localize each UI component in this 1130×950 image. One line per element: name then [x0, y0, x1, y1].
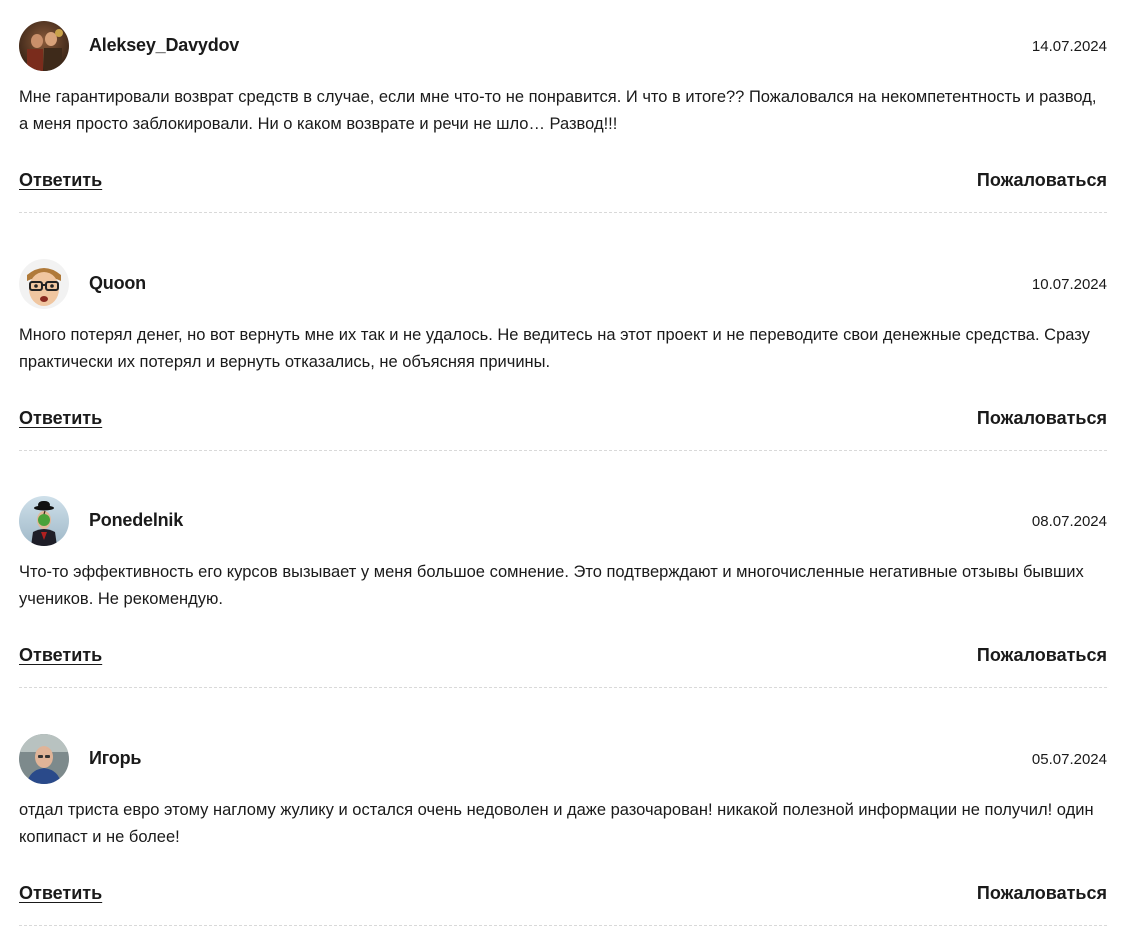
comment-date: 10.07.2024	[1032, 276, 1107, 293]
comment-item: Игорь 05.07.2024 отдал триста евро этому…	[19, 713, 1107, 950]
comment-header: Игорь 05.07.2024	[19, 734, 1107, 784]
reply-link[interactable]: Ответить	[19, 170, 102, 191]
comments-list: Aleksey_Davydov 14.07.2024 Мне гарантиро…	[19, 0, 1107, 950]
avatar-glasses-face-icon[interactable]	[19, 259, 69, 309]
report-link[interactable]: Пожаловаться	[977, 170, 1107, 191]
comment-item: Quoon 10.07.2024 Много потерял денег, но…	[19, 238, 1107, 476]
reply-link[interactable]: Ответить	[19, 645, 102, 666]
reply-link[interactable]: Ответить	[19, 408, 102, 429]
avatar-photo-man-icon[interactable]	[19, 734, 69, 784]
comment-divider	[19, 925, 1107, 926]
report-link[interactable]: Пожаловаться	[977, 883, 1107, 904]
comment-text: Мне гарантировали возврат средств в случ…	[19, 84, 1107, 138]
comment-text: отдал триста евро этому наглому жулику и…	[19, 797, 1107, 851]
comment-username[interactable]: Aleksey_Davydov	[89, 35, 239, 56]
comment-date: 08.07.2024	[1032, 513, 1107, 530]
avatar-painting-icon[interactable]	[19, 21, 69, 71]
comment-item: Aleksey_Davydov 14.07.2024 Мне гарантиро…	[19, 0, 1107, 238]
comment-divider	[19, 687, 1107, 688]
comment-header: Aleksey_Davydov 14.07.2024	[19, 21, 1107, 71]
comment-text: Что-то эффективность его курсов вызывает…	[19, 559, 1107, 613]
comment-username[interactable]: Ponedelnik	[89, 510, 183, 531]
comment-date: 05.07.2024	[1032, 751, 1107, 768]
comment-username[interactable]: Игорь	[89, 748, 141, 769]
comment-username[interactable]: Quoon	[89, 273, 146, 294]
comment-date: 14.07.2024	[1032, 38, 1107, 55]
comment-header: Quoon 10.07.2024	[19, 259, 1107, 309]
report-link[interactable]: Пожаловаться	[977, 645, 1107, 666]
comment-divider	[19, 212, 1107, 213]
reply-link[interactable]: Ответить	[19, 883, 102, 904]
report-link[interactable]: Пожаловаться	[977, 408, 1107, 429]
comment-header: Ponedelnik 08.07.2024	[19, 496, 1107, 546]
comment-text: Много потерял денег, но вот вернуть мне …	[19, 322, 1107, 376]
avatar-bowler-hat-apple-icon[interactable]	[19, 496, 69, 546]
comment-divider	[19, 450, 1107, 451]
comment-item: Ponedelnik 08.07.2024 Что-то эффективнос…	[19, 475, 1107, 713]
